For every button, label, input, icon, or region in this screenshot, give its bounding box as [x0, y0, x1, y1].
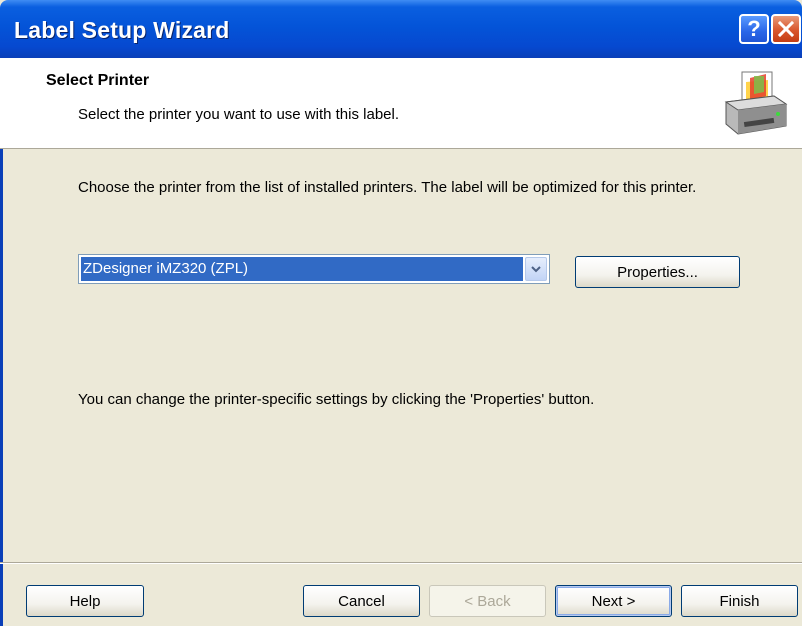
description-text: Choose the printer from the list of inst… — [78, 179, 697, 196]
back-button[interactable]: < Back — [429, 585, 546, 617]
title-bar[interactable]: Label Setup Wizard ? — [0, 0, 802, 58]
footer-divider — [0, 562, 802, 564]
printer-icon — [724, 71, 788, 135]
wizard-header: Select Printer Select the printer you wa… — [0, 58, 802, 149]
page-title: Select Printer — [46, 72, 150, 89]
title-help-button[interactable]: ? — [739, 14, 769, 44]
chevron-down-icon — [531, 266, 541, 273]
printer-select-value: ZDesigner iMZ320 (ZPL) — [81, 257, 523, 281]
window-title: Label Setup Wizard — [14, 17, 230, 43]
page-subtitle: Select the printer you want to use with … — [78, 106, 400, 123]
close-icon — [777, 20, 795, 38]
cancel-button[interactable]: Cancel — [303, 585, 420, 617]
next-button[interactable]: Next > — [555, 585, 672, 617]
properties-note: You can change the printer-specific sett… — [78, 391, 595, 408]
printer-select[interactable]: ZDesigner iMZ320 (ZPL) — [78, 254, 550, 284]
question-mark-icon: ? — [747, 16, 761, 41]
finish-button[interactable]: Finish — [681, 585, 798, 617]
dropdown-button[interactable] — [525, 257, 547, 281]
properties-button[interactable]: Properties... — [575, 256, 740, 288]
help-button[interactable]: Help — [26, 585, 144, 617]
title-close-button[interactable] — [771, 14, 801, 44]
